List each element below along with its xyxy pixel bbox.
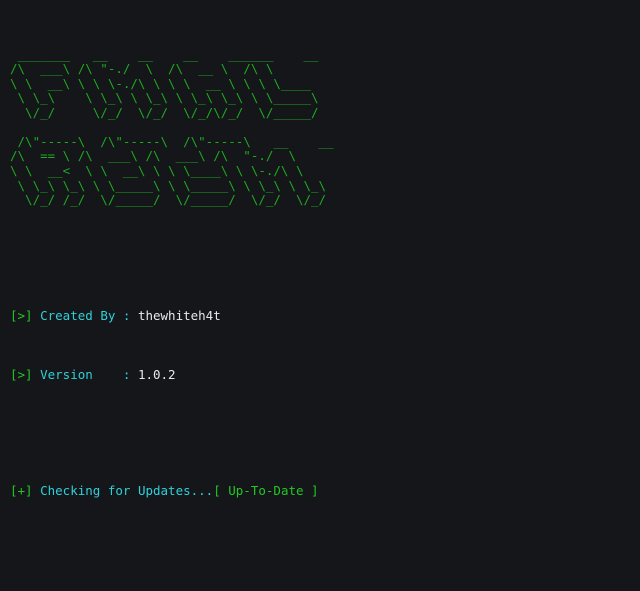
- created-by-line: [>] Created By : thewhiteh4t: [10, 309, 620, 324]
- update-status-open: [: [213, 483, 221, 499]
- finalrecon-ascii-banner: _______ __ __ __ ______ __ /\ ___\ /\ "-…: [10, 46, 334, 208]
- version-line: [>] Version : 1.0.2: [10, 366, 620, 383]
- version-label: Version :: [40, 366, 131, 382]
- update-status-badge: Up-To-Date: [220, 483, 312, 499]
- created-by-label: Created By :: [40, 308, 131, 324]
- marker-arrow: [>]: [10, 366, 33, 382]
- update-check-line: [+] Checking for Updates...[ Up-To-Date …: [10, 483, 620, 499]
- created-by-value: thewhiteh4t: [137, 308, 221, 324]
- terminal-output: _______ __ __ __ ______ __ /\ ___\ /\ "-…: [10, 4, 620, 591]
- terminal-window: _______ __ __ __ ______ __ /\ ___\ /\ "-…: [0, 0, 640, 591]
- marker-arrow: [>]: [10, 308, 33, 324]
- marker-plus: [+]: [10, 483, 33, 499]
- update-check-label: Checking for Updates...: [40, 483, 214, 499]
- version-value: 1.0.2: [137, 366, 176, 382]
- update-status-close: ]: [311, 483, 319, 499]
